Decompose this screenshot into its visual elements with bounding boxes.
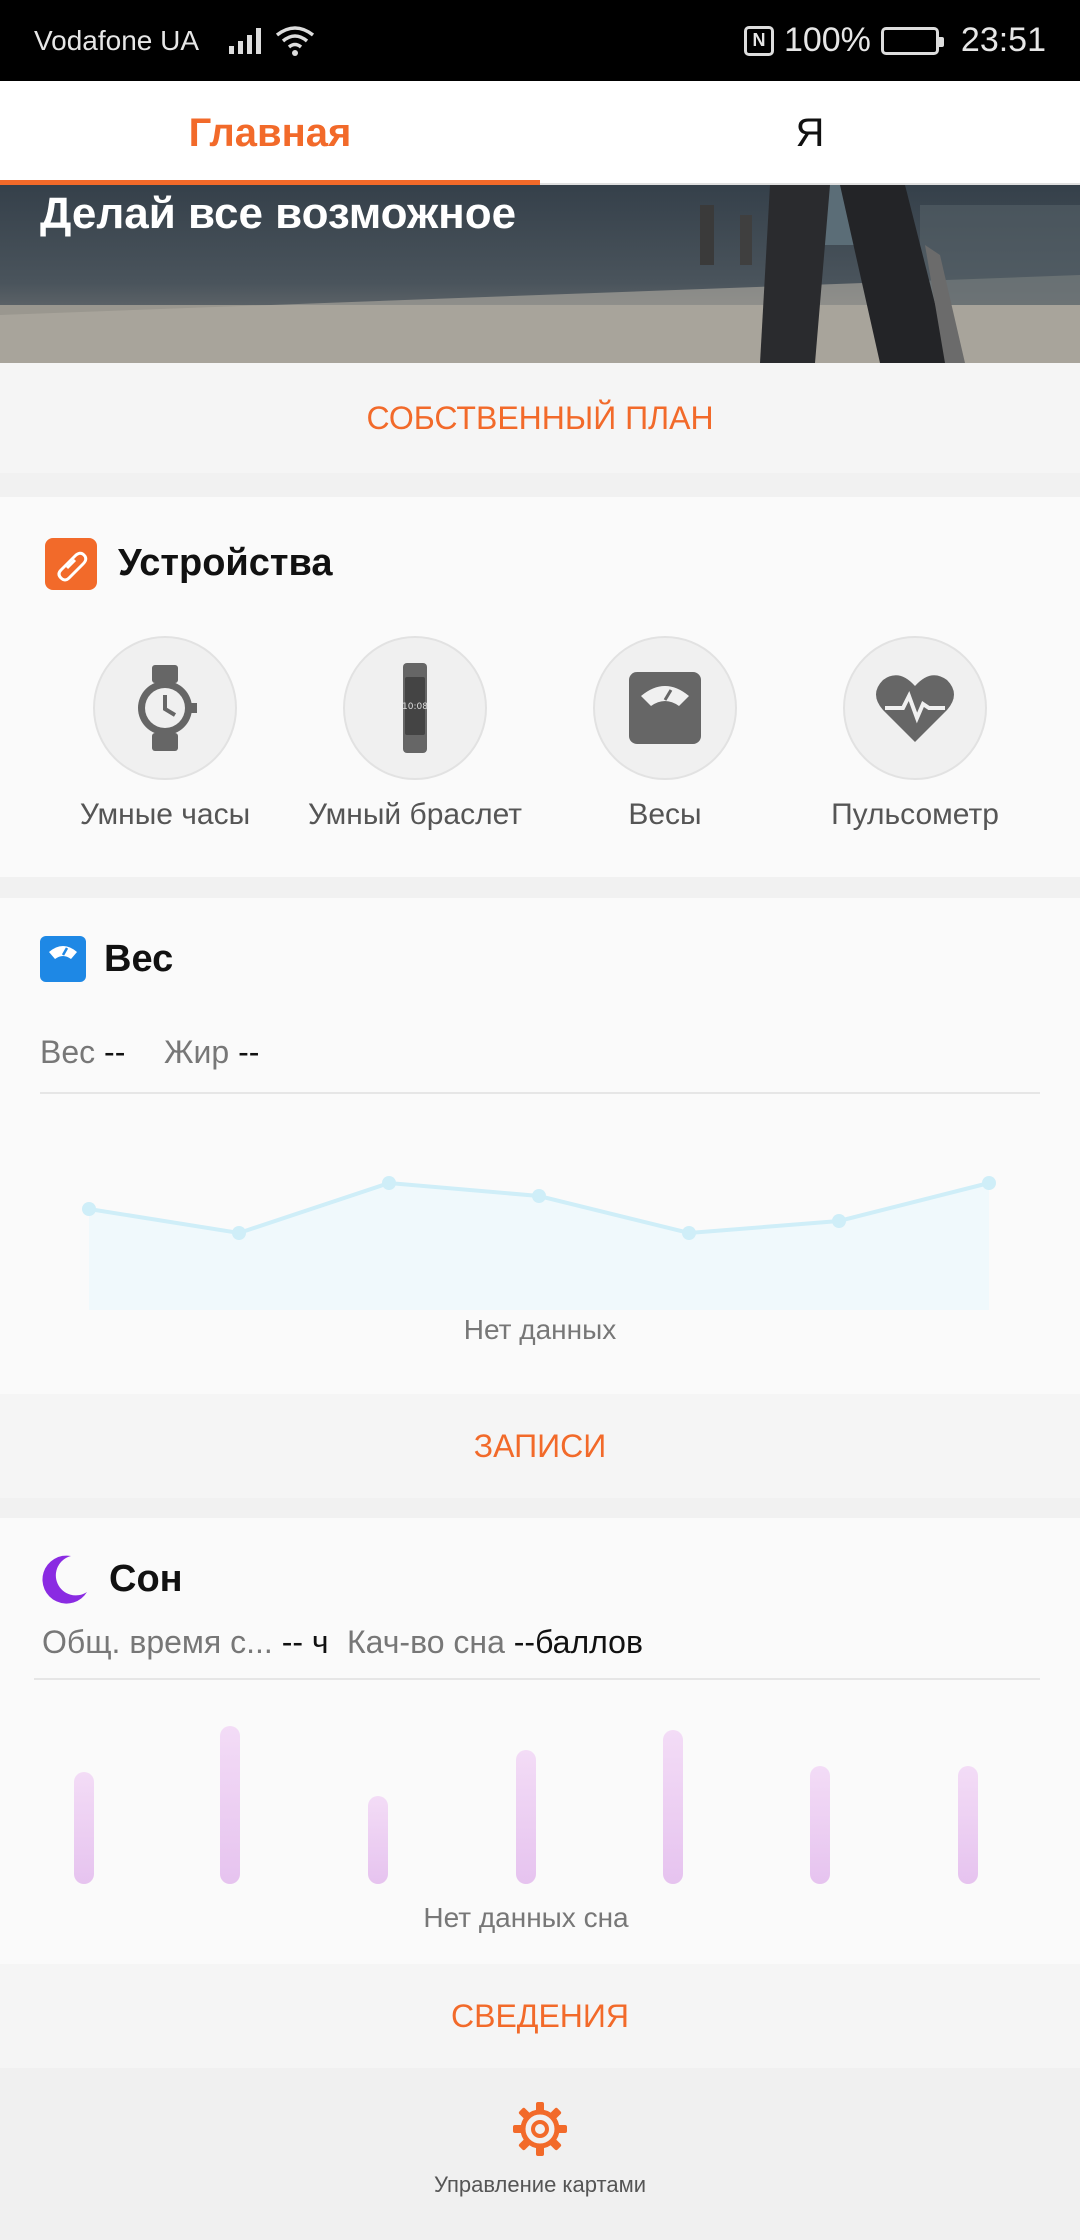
sleep-placeholder-chart: [74, 1726, 978, 1884]
device-heart-rate[interactable]: Пульсометр: [790, 636, 1040, 832]
carrier-name: Vodafone UA: [34, 24, 200, 56]
device-label: Умный браслет: [307, 798, 523, 831]
sleep-total-unit: ч: [311, 1624, 329, 1660]
manage-cards-label: Управление картами: [434, 2172, 646, 2197]
signal-icon: [229, 27, 262, 54]
devices-icon: [45, 538, 97, 590]
weight-title: Вес: [104, 938, 174, 980]
own-plan-button[interactable]: СОБСТВЕННЫЙ ПЛАН: [0, 363, 1080, 473]
device-label: Весы: [628, 798, 702, 831]
weight-placeholder-chart: [82, 1176, 996, 1310]
clock: 23:51: [960, 21, 1046, 59]
sleep-no-data: Нет данных сна: [423, 1902, 629, 1933]
device-smart-band[interactable]: 10:08 Умный браслет: [290, 636, 540, 832]
motivation-banner[interactable]: Делай все возможное: [0, 185, 1080, 363]
fat-label: Жир: [164, 1034, 230, 1070]
moon-icon: [42, 1555, 87, 1604]
sleep-total-metric: Общ. время с... -- ч: [42, 1624, 329, 1661]
heart-rate-icon: [876, 675, 954, 742]
tab-main[interactable]: Главная: [0, 81, 540, 185]
weight-value: --: [104, 1034, 126, 1070]
nfc-icon: N: [743, 25, 774, 56]
battery-icon: [880, 26, 944, 55]
scale-icon: [629, 672, 701, 744]
device-label: Умные часы: [79, 798, 251, 831]
device-smart-watch[interactable]: Умные часы: [40, 636, 290, 832]
device-label: Пульсометр: [831, 798, 999, 831]
smart-watch-icon: [138, 665, 197, 751]
fat-metric: Жир --: [164, 1034, 259, 1071]
weight-metric: Вес --: [40, 1034, 125, 1071]
gear-icon: [513, 2102, 567, 2156]
scale-badge-icon: [40, 936, 86, 982]
records-button[interactable]: ЗАПИСИ: [0, 1394, 1080, 1498]
weight-no-data: Нет данных: [463, 1314, 617, 1345]
battery-percent: 100%: [783, 21, 871, 59]
smart-band-icon: 10:08: [402, 663, 428, 753]
sleep-quality-metric: Кач-во сна --баллов: [347, 1624, 643, 1661]
sleep-total-value: --: [281, 1624, 304, 1660]
fat-value: --: [238, 1034, 260, 1070]
sleep-total-label: Общ. время с...: [42, 1624, 273, 1660]
status-bar: Vodafone UA N 100% 23:51: [0, 0, 1080, 81]
svg-text:10:08: 10:08: [402, 702, 428, 712]
sleep-quality-label: Кач-во сна: [347, 1624, 505, 1660]
manage-cards-button[interactable]: Управление картами: [0, 2068, 1080, 2240]
device-scale[interactable]: Весы: [540, 636, 790, 832]
sleep-divider: [34, 1678, 1040, 1680]
weight-label: Вес: [40, 1034, 96, 1070]
top-tabs: Главная Я: [0, 81, 1080, 185]
banner-title: Делай все возможное: [40, 189, 517, 238]
sleep-quality-value: --: [513, 1624, 536, 1660]
tab-me[interactable]: Я: [540, 81, 1080, 185]
wifi-icon: [275, 25, 315, 56]
details-button[interactable]: СВЕДЕНИЯ: [0, 1964, 1080, 2068]
sleep-title: Сон: [109, 1558, 183, 1600]
devices-title: Устройства: [118, 542, 333, 584]
weight-divider: [40, 1092, 1040, 1094]
sleep-quality-unit: баллов: [535, 1624, 643, 1660]
